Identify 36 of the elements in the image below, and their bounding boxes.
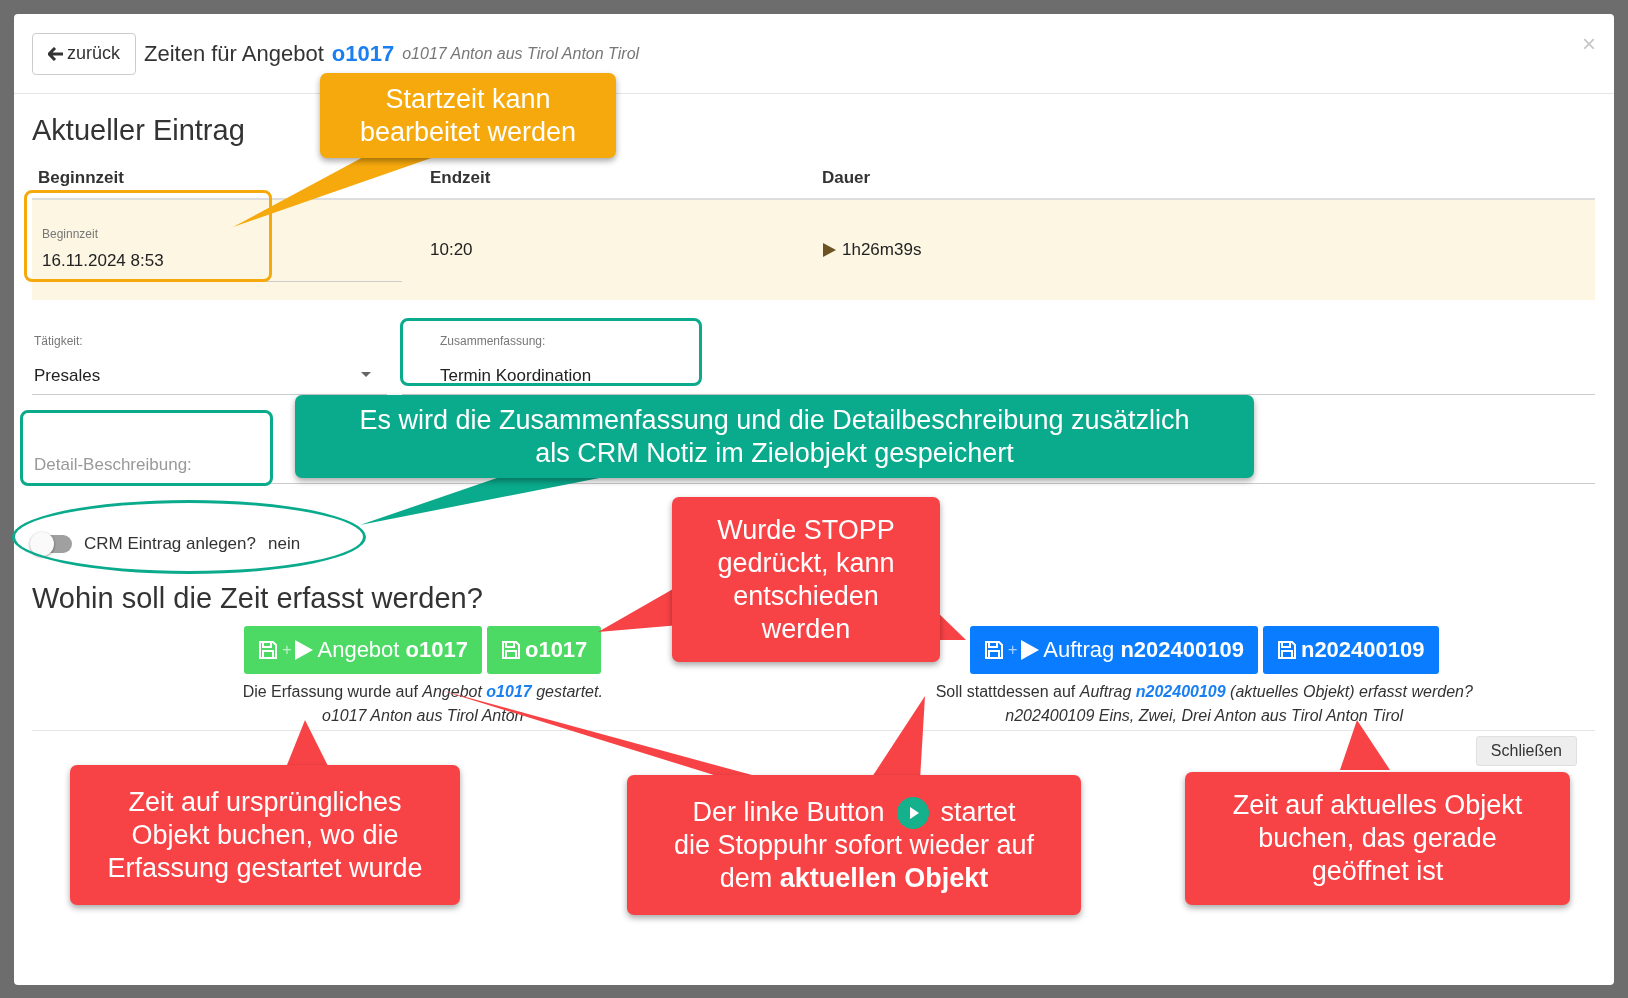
toggle-state: nein bbox=[268, 534, 301, 554]
save-button[interactable]: n202400109 bbox=[1262, 626, 1439, 674]
play-icon bbox=[1021, 640, 1040, 660]
object-link[interactable]: n202400109 bbox=[1135, 683, 1226, 700]
crm-toggle[interactable] bbox=[32, 535, 72, 553]
callout: Startzeit kann bearbeitet werden bbox=[320, 73, 616, 158]
play-icon bbox=[295, 640, 314, 660]
column-header: Endzeit bbox=[429, 168, 492, 188]
column-header: Beginnzeit bbox=[37, 168, 125, 188]
back-button[interactable]: zurück bbox=[32, 32, 136, 75]
arrow-left-icon bbox=[48, 46, 64, 61]
save-and-start-button[interactable]: + Auftrag n202400109 bbox=[970, 626, 1258, 674]
object-description: n202400109 Eins, Zwei, Drei Anton aus Tirol Anton Tirol bbox=[1005, 706, 1404, 726]
callout-pointer bbox=[1340, 720, 1390, 770]
section-heading: Aktueller Eintrag bbox=[32, 113, 245, 148]
target-caption: Soll stattdessen auf Auftrag n202400109 (aktuelles Objekt) erfasst werden? bbox=[935, 682, 1473, 702]
dialog-title: Zeiten für Angebot bbox=[144, 40, 324, 67]
table-cell: 1h26m39s bbox=[842, 240, 922, 260]
column-header: Dauer bbox=[821, 168, 872, 188]
callout-text: startet bbox=[940, 797, 1016, 828]
dialog-subtitle: o1017 Anton aus Tirol Anton Tirol bbox=[402, 44, 640, 63]
callout-text: die Stoppuhr sofort wieder auf dem aktuellen Objekt bbox=[672, 829, 1036, 896]
target-caption: Die Erfassung wurde auf Angebot o1017 gestartet. bbox=[242, 682, 603, 702]
object-link[interactable]: o1017 bbox=[486, 683, 532, 700]
callout-text: Der linke Button bbox=[692, 797, 885, 828]
callout: Wurde STOPP gedrückt, kann entschieden werden bbox=[672, 497, 940, 662]
start-time-field[interactable]: Beginnzeit 16.11.2024 8:53 bbox=[38, 226, 402, 282]
caret-icon bbox=[361, 372, 371, 377]
offer-link[interactable]: o1017 bbox=[331, 40, 395, 67]
play-icon bbox=[896, 796, 929, 829]
close-dialog-button[interactable]: Schließen bbox=[1475, 736, 1577, 766]
section-heading: Wohin soll die Zeit erfasst werden? bbox=[32, 581, 483, 616]
callout: Zeit auf ursprüngliches Objekt buchen, wo die Erfassung gestartet wurde bbox=[70, 765, 460, 905]
callout: Zeit auf aktuelles Objekt buchen, das gerade geöffnet ist bbox=[1185, 772, 1570, 905]
table-cell: 10:20 bbox=[430, 240, 473, 260]
toggle-label: CRM Eintrag anlegen? bbox=[84, 534, 256, 554]
